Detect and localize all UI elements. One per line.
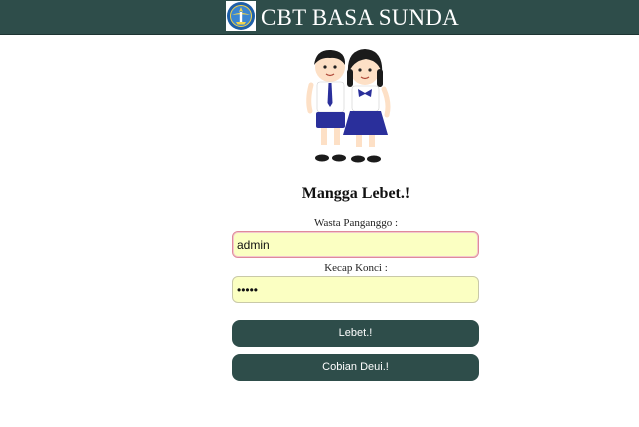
login-button[interactable]: Lebet.! (232, 320, 479, 347)
app-title: CBT BASA SUNDA (261, 5, 459, 30)
reset-button[interactable]: Cobian Deui.! (232, 354, 479, 381)
password-input[interactable] (232, 276, 479, 303)
username-label: Wasta Panganggo : (313, 217, 399, 229)
password-label: Kecap Konci : (324, 262, 388, 274)
top-header-bar: CBT BASA SUNDA (0, 0, 639, 35)
username-input[interactable] (232, 231, 479, 258)
tut-wuri-handayani-logo-icon (226, 1, 256, 31)
login-heading: Mangga Lebet.! (301, 185, 411, 202)
students-illustration-icon (306, 49, 391, 163)
